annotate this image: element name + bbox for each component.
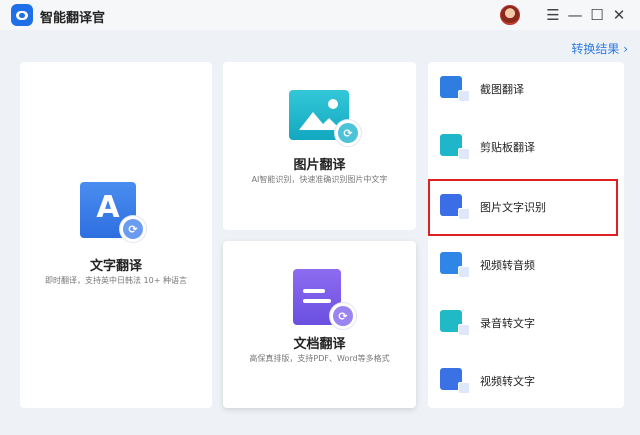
image-translate-title: 图片翻译 — [293, 158, 346, 173]
refresh-badge-icon: ⟳ — [335, 120, 361, 146]
video-to-audio-icon — [440, 252, 470, 278]
text-translate-desc: 即时翻译，支持英中日韩法 10+ 种语言 — [45, 276, 187, 285]
sidebar-item-label: 录音转文字 — [480, 317, 535, 330]
app-title: 智能翻译官 — [40, 11, 106, 26]
conversion-results-link[interactable]: 转换结果 › — [571, 40, 628, 57]
doc-translate-title: 文档翻译 — [293, 337, 346, 352]
sidebar-item-label: 视频转音频 — [480, 259, 535, 272]
refresh-badge-icon: ⟳ — [330, 303, 356, 329]
title-bar: 智能翻译官 ☰ — ☐ ✕ — [0, 0, 640, 30]
avatar[interactable] — [500, 5, 520, 25]
sidebar-item-video-to-audio[interactable]: 视频转音频 — [428, 240, 624, 290]
audio-to-text-icon — [440, 310, 470, 336]
screenshot-translate-icon — [440, 76, 470, 102]
image-ocr-icon — [440, 194, 470, 220]
clipboard-translate-icon — [440, 134, 470, 160]
maximize-button[interactable]: ☐ — [586, 4, 608, 26]
menu-icon[interactable]: ☰ — [542, 4, 564, 26]
sidebar-item-video-to-text[interactable]: 视频转文字 — [428, 356, 624, 406]
sidebar-item-label: 视频转文字 — [480, 375, 535, 388]
sidebar-item-clipboard-translate[interactable]: 剪贴板翻译 — [428, 122, 624, 172]
text-translate-card[interactable]: A ⟳ 文字翻译 即时翻译，支持英中日韩法 10+ 种语言 — [20, 62, 212, 408]
sidebar-item-label: 截图翻译 — [480, 83, 524, 96]
refresh-badge-icon: ⟳ — [120, 216, 146, 242]
sidebar-item-image-ocr[interactable]: 图片文字识别 — [428, 182, 624, 232]
app-logo-icon — [11, 4, 33, 26]
image-translate-card[interactable]: ⟳ 图片翻译 AI智能识别，快速准确识别图片中文字 — [223, 62, 416, 230]
doc-translate-card[interactable]: ⟳ 文档翻译 高保真排版，支持PDF、Word等多格式 — [223, 241, 416, 408]
sidebar-item-label: 图片文字识别 — [480, 201, 546, 214]
image-translate-desc: AI智能识别，快速准确识别图片中文字 — [251, 175, 388, 184]
video-to-text-icon — [440, 368, 470, 394]
doc-translate-desc: 高保真排版，支持PDF、Word等多格式 — [249, 354, 390, 363]
text-translate-title: 文字翻译 — [89, 259, 142, 274]
sidebar-item-audio-to-text[interactable]: 录音转文字 — [428, 298, 624, 348]
sidebar-item-screenshot-translate[interactable]: 截图翻译 — [428, 64, 624, 114]
sidebar-item-label: 剪贴板翻译 — [480, 141, 535, 154]
close-button[interactable]: ✕ — [608, 4, 630, 26]
minimize-button[interactable]: — — [564, 4, 586, 26]
